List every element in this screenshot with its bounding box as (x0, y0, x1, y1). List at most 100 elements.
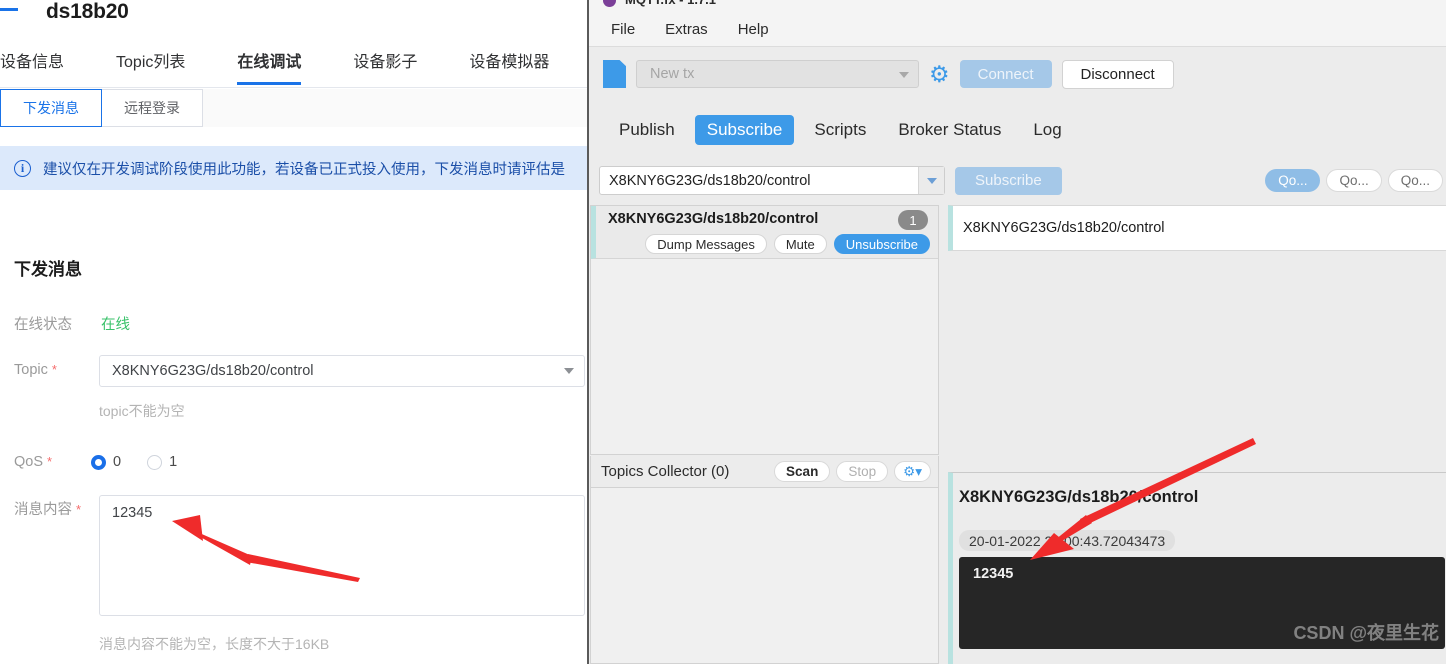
form-row-topic: Topic * X8KNY6G23G/ds18b20/control (0, 355, 585, 387)
message-hint-text: 消息内容不能为空，长度不大于16KB (99, 636, 330, 652)
info-alert-banner: i 建议仅在开发调试阶段使用此功能，若设备已正式投入使用，下发消息时请评估是 (0, 146, 587, 190)
subscribe-topic-input[interactable]: X8KNY6G23G/ds18b20/control (599, 166, 945, 195)
tab-device-info[interactable]: 设备信息 (0, 42, 64, 84)
form-row-message: 消息内容 * 12345 (0, 495, 585, 616)
radio-selected-icon (91, 454, 106, 470)
topics-collector-bar: Topics Collector (0) Scan Stop ⚙▾ (590, 456, 939, 488)
subscription-topic: X8KNY6G23G/ds18b20/control (608, 211, 819, 227)
tab-device-shadow[interactable]: 设备影子 (353, 42, 417, 84)
message-list-topic: X8KNY6G23G/ds18b20/control (963, 220, 1165, 236)
subscription-item[interactable]: X8KNY6G23G/ds18b20/control 1 Dump Messag… (591, 206, 938, 259)
subscribe-bar: X8KNY6G23G/ds18b20/control Subscribe (599, 166, 1062, 195)
unsubscribe-button[interactable]: Unsubscribe (833, 234, 930, 254)
tab-publish[interactable]: Publish (607, 115, 687, 145)
info-circle-icon: i (14, 159, 31, 177)
tab-log[interactable]: Log (1021, 115, 1073, 145)
label-qos-text: QoS (14, 454, 44, 470)
form-row-status: 在线状态 在线 (0, 310, 130, 340)
window-titlebar: MQTT.fx - 1.7.1 (589, 0, 1446, 13)
menu-extras[interactable]: Extras (665, 21, 708, 38)
dump-messages-button[interactable]: Dump Messages (645, 234, 767, 254)
subscribe-button[interactable]: Subscribe (955, 166, 1062, 195)
page-title: ds18b20 (46, 0, 129, 23)
qos-pill-0[interactable]: Qo... (1265, 169, 1321, 192)
app-logo-icon (603, 0, 616, 7)
required-asterisk: * (51, 362, 57, 377)
qos-radio-1[interactable]: 1 (147, 447, 177, 477)
qos-radio-0-label: 0 (113, 454, 122, 470)
subscription-actions: Dump Messages Mute Unsubscribe (645, 234, 930, 254)
message-content-textarea[interactable]: 12345 (99, 495, 585, 616)
subtab-remote-login[interactable]: 远程登录 (101, 89, 203, 127)
label-message-content: 消息内容 * (0, 495, 86, 525)
subscribe-topic-value: X8KNY6G23G/ds18b20/control (609, 172, 811, 189)
disconnect-button[interactable]: Disconnect (1061, 59, 1174, 89)
back-arrow-icon[interactable] (0, 8, 18, 11)
menu-bar: File Extras Help (589, 13, 1446, 47)
mqtt-tab-bar: Publish Subscribe Scripts Broker Status … (589, 106, 1446, 154)
label-qos: QoS * (0, 447, 86, 477)
chevron-down-icon (564, 368, 574, 374)
topic-select-value: X8KNY6G23G/ds18b20/control (112, 363, 314, 379)
required-asterisk: * (47, 454, 53, 469)
tab-scripts[interactable]: Scripts (802, 115, 878, 145)
mute-button[interactable]: Mute (773, 234, 827, 254)
scan-button[interactable]: Scan (774, 461, 831, 482)
console-subtab-bar: 下发消息 远程登录 (0, 89, 587, 127)
form-title: 下发消息 (14, 260, 82, 279)
gear-icon[interactable]: ⚙ (929, 62, 950, 86)
connect-button[interactable]: Connect (959, 60, 1052, 88)
profile-select[interactable]: New tx (636, 60, 919, 88)
message-count-badge: 1 (898, 210, 928, 230)
tab-broker-status[interactable]: Broker Status (886, 115, 1013, 145)
form-row-qos: QoS * 0 1 (0, 447, 177, 477)
tab-online-debug[interactable]: 在线调试 (237, 42, 302, 85)
menu-file[interactable]: File (611, 21, 635, 38)
subscriptions-panel: X8KNY6G23G/ds18b20/control 1 Dump Messag… (590, 205, 939, 455)
tab-device-simulator[interactable]: 设备模拟器 (469, 42, 549, 84)
qos-radio-1-label: 1 (169, 454, 178, 470)
qos-radio-0[interactable]: 0 (91, 447, 121, 477)
profile-select-placeholder: New tx (650, 66, 695, 82)
console-header: ds18b20 (0, 0, 587, 32)
screenshot-root: ds18b20 设备信息 Topic列表 在线调试 设备影子 设备模拟器 下发消… (0, 0, 1446, 664)
qos-radio-group: 0 1 (91, 447, 177, 477)
topics-collector-actions: Scan Stop ⚙▾ (774, 461, 931, 482)
tab-subscribe[interactable]: Subscribe (694, 115, 795, 145)
message-payload: 12345 CSDN @夜里生花 (959, 557, 1445, 649)
document-icon[interactable] (603, 60, 626, 88)
message-timestamp: 20-01-2022 20:00:43.72043473 (959, 530, 1176, 551)
label-topic-text: Topic (14, 362, 48, 378)
radio-unselected-icon (147, 454, 163, 470)
csdn-watermark: CSDN @夜里生花 (1293, 623, 1439, 643)
message-payload-text: 12345 (973, 566, 1014, 582)
label-message-text: 消息内容 (14, 502, 72, 518)
topic-select[interactable]: X8KNY6G23G/ds18b20/control (99, 355, 585, 387)
stop-button[interactable]: Stop (836, 461, 889, 482)
menu-help[interactable]: Help (738, 21, 769, 38)
iot-console-panel: ds18b20 设备信息 Topic列表 在线调试 设备影子 设备模拟器 下发消… (0, 0, 587, 664)
status-badge: 在线 (101, 317, 130, 333)
message-list-item[interactable]: X8KNY6G23G/ds18b20/control (948, 205, 1446, 251)
subtab-send-message[interactable]: 下发消息 (0, 89, 102, 127)
chevron-down-icon (899, 72, 909, 78)
label-topic: Topic * (0, 355, 86, 385)
qos-pill-group: Qo... Qo... Qo... (1265, 169, 1443, 192)
topic-history-dropdown-button[interactable] (918, 167, 944, 194)
collector-settings-gear-icon[interactable]: ⚙▾ (894, 461, 931, 482)
message-list-empty-area (948, 251, 1446, 472)
qos-pill-2[interactable]: Qo... (1387, 169, 1443, 192)
chevron-down-icon (926, 177, 937, 184)
mqtt-client-window: MQTT.fx - 1.7.1 File Extras Help New tx … (587, 0, 1446, 664)
topic-hint-text: topic不能为空 (99, 403, 185, 419)
required-asterisk: * (76, 502, 82, 517)
console-tab-bar: 设备信息 Topic列表 在线调试 设备影子 设备模拟器 (0, 42, 587, 88)
message-detail-panel: X8KNY6G23G/ds18b20/control 20-01-2022 20… (948, 472, 1446, 664)
window-title: MQTT.fx - 1.7.1 (625, 0, 716, 7)
tab-topic-list[interactable]: Topic列表 (116, 42, 185, 84)
connection-toolbar: New tx ⚙ Connect Disconnect (589, 48, 1446, 100)
topics-collector-title: Topics Collector (0) (601, 463, 730, 480)
qos-pill-1[interactable]: Qo... (1326, 169, 1382, 192)
label-online-status: 在线状态 (14, 317, 72, 333)
topics-collector-body (590, 488, 939, 664)
